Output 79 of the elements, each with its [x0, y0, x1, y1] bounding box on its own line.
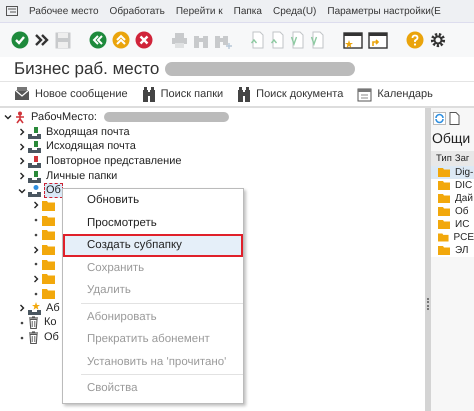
folder-icon: [42, 229, 55, 240]
trash-icon: [28, 331, 39, 344]
expand-chevron-icon[interactable]: [18, 172, 26, 180]
column-header[interactable]: Тип: [436, 153, 452, 164]
folder-icon: [42, 214, 55, 226]
tray-icon: [28, 302, 41, 315]
tree-item[interactable]: Входящая почта: [44, 124, 132, 140]
menu-item[interactable]: Создать субпапку: [63, 234, 243, 256]
folder-icon: [438, 246, 450, 255]
envelope-icon: [14, 87, 30, 101]
tree-item[interactable]: Ко: [42, 315, 59, 330]
panel-title: Общи: [431, 129, 472, 148]
menu-item[interactable]: Папка: [234, 6, 262, 16]
column-header[interactable]: Заг: [454, 153, 470, 164]
toolbar-button[interactable]: Поиск папки: [142, 86, 224, 102]
back-icon[interactable]: [89, 31, 107, 49]
toolbar-button[interactable]: Поиск документа: [237, 86, 344, 102]
folder-icon: [42, 200, 55, 211]
cancel-icon[interactable]: [135, 31, 153, 49]
tray-icon: [28, 154, 41, 168]
table-row[interactable]: Дай: [431, 192, 474, 205]
binoculars-icon: [142, 86, 156, 102]
folder-icon: [438, 194, 450, 203]
table-row[interactable]: Об: [431, 205, 474, 218]
table-row[interactable]: Dig-: [431, 166, 474, 179]
tree-item[interactable]: Об: [44, 183, 63, 198]
calendar-icon: [357, 86, 372, 102]
folder-icon: [438, 220, 450, 229]
double-chevron-icon[interactable]: [34, 33, 50, 47]
collapse-chevron-icon[interactable]: [18, 186, 26, 195]
menu-item[interactable]: Среда(U): [272, 6, 316, 16]
confirm-icon[interactable]: [11, 31, 29, 49]
menu-item[interactable]: Рабочее место: [29, 6, 99, 16]
tray-icon: [28, 126, 41, 139]
toolbar-button[interactable]: Календарь: [357, 86, 433, 102]
table-row[interactable]: ИС: [431, 218, 474, 231]
table-row[interactable]: DIC: [431, 179, 474, 192]
splitter-handle[interactable]: [425, 108, 431, 411]
tree-item[interactable]: Повторное представление: [44, 154, 184, 169]
page-icon[interactable]: [449, 112, 460, 125]
table-row[interactable]: РСЕ: [431, 231, 474, 244]
tray-icon: [28, 140, 41, 154]
tray-icon: [28, 184, 41, 198]
expand-chevron-icon[interactable]: [18, 304, 26, 312]
folder-icon: [438, 207, 450, 216]
expand-chevron-icon[interactable]: [32, 246, 40, 254]
folder-icon: [42, 244, 55, 256]
tree-item[interactable]: Об: [42, 330, 61, 346]
collapse-chevron-icon[interactable]: [4, 113, 12, 122]
menu-item[interactable]: Обработать: [110, 6, 165, 16]
menu-item[interactable]: Обновить: [63, 189, 243, 212]
table-row[interactable]: ЭЛ: [431, 244, 474, 257]
menu-item[interactable]: Просмотреть: [63, 212, 243, 234]
refresh-icon[interactable]: [433, 112, 446, 125]
binoculars-icon: [237, 86, 252, 102]
folder-icon: [42, 288, 55, 300]
tree-item[interactable]: Личные папки: [44, 168, 120, 184]
menu-item[interactable]: Параметры настройки(E: [327, 6, 441, 16]
toolbar-button[interactable]: Новое сообщение: [14, 87, 128, 101]
folder-icon: [438, 233, 449, 242]
expand-chevron-icon[interactable]: [18, 142, 26, 151]
person-figure-icon: [14, 110, 26, 124]
expand-chevron-icon[interactable]: [18, 157, 26, 166]
tree-item[interactable]: РабочМесто:: [29, 110, 99, 125]
folder-icon: [438, 168, 450, 177]
menu-item[interactable]: Перейти к: [176, 6, 223, 16]
folder-icon: [42, 273, 55, 284]
settings-icon[interactable]: [429, 31, 447, 49]
trash-icon: [28, 316, 39, 330]
folder-icon: [42, 258, 55, 270]
folder-icon: [438, 181, 450, 190]
expand-chevron-icon[interactable]: [32, 274, 40, 283]
expand-chevron-icon[interactable]: [18, 128, 26, 136]
tree-item[interactable]: Аб: [44, 300, 62, 316]
expand-chevron-icon[interactable]: [32, 201, 40, 210]
menu-icon[interactable]: [6, 6, 18, 16]
screen-title: Бизнес раб. место: [14, 59, 160, 79]
tree-item[interactable]: Исходящая почта: [44, 139, 138, 154]
tray-icon: [28, 170, 41, 183]
